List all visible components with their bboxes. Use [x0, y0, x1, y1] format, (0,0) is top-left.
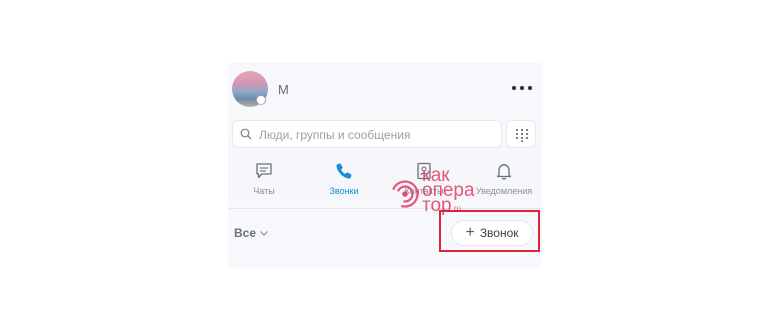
tab-chats-label: Чаты: [253, 186, 275, 196]
watermark-text: как опера тор.ru: [422, 166, 475, 215]
tab-chats[interactable]: Чаты: [232, 161, 296, 203]
presence-status-icon: [256, 95, 266, 105]
filter-dropdown[interactable]: Все: [234, 226, 269, 240]
filter-label: Все: [234, 226, 257, 240]
screenshot-stage: М Люди, группы и сообщения Чаты Звонки К…: [0, 0, 770, 330]
dialpad-button[interactable]: [506, 120, 536, 148]
dialpad-icon: [516, 129, 528, 142]
chevron-down-icon: [260, 231, 268, 236]
bell-icon: [496, 164, 512, 180]
highlight-box: [439, 210, 540, 252]
watermark-logo-icon: [391, 180, 419, 208]
tab-calls[interactable]: Звонки: [312, 161, 376, 203]
search-icon: [240, 128, 252, 140]
tab-calls-label: Звонки: [329, 186, 359, 196]
tabs-divider: [228, 208, 542, 209]
more-options-icon[interactable]: [512, 81, 532, 95]
phone-icon: [336, 163, 352, 179]
search-input[interactable]: Люди, группы и сообщения: [232, 120, 502, 148]
tab-notifications-label: Уведомления: [475, 186, 533, 196]
tab-notifications[interactable]: Уведомления: [472, 161, 536, 203]
search-placeholder: Люди, группы и сообщения: [259, 128, 411, 142]
chat-icon: [256, 163, 272, 179]
user-name[interactable]: М: [278, 82, 289, 97]
